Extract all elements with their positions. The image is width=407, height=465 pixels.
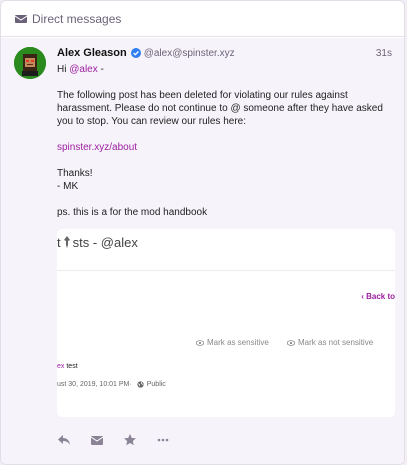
- back-link[interactable]: ‹ Back to: [361, 292, 395, 301]
- ps-line: ps. this is a for the mod handbook: [57, 207, 208, 218]
- mention-link[interactable]: @alex: [69, 64, 98, 75]
- message-paragraph: The following post has been deleted for …: [57, 90, 383, 127]
- more-icon[interactable]: [156, 433, 170, 447]
- screenshot-attachment[interactable]: t sts - @alex ‹ Back to Mark as sensitive…: [57, 229, 395, 417]
- thanks-line: Thanks!: [57, 168, 93, 179]
- account-handle[interactable]: @alex@spinster.xyz: [144, 48, 235, 59]
- envelope-icon[interactable]: [90, 433, 104, 447]
- attachment-title: t sts - @alex: [57, 235, 138, 250]
- status-actions: [57, 433, 189, 447]
- mark-not-sensitive-label: Mark as not sensitive: [298, 338, 374, 347]
- attached-post-meta: ust 30, 2019, 10:01 PM · Public: [57, 381, 166, 388]
- mark-not-sensitive-button[interactable]: Mark as not sensitive: [287, 338, 373, 347]
- globe-icon: [137, 381, 144, 388]
- greeting-suffix: -: [97, 64, 104, 75]
- visibility-label: Public: [146, 381, 166, 388]
- attachment-divider: [57, 270, 395, 271]
- attached-post-text: ex test: [57, 363, 78, 370]
- status-content: Hi @alex - The following post has been d…: [57, 63, 397, 219]
- avatar-image: [14, 47, 46, 79]
- eye-icon: [287, 339, 295, 347]
- eye-icon: [196, 339, 204, 347]
- attachment-title-right: sts - @alex: [72, 235, 138, 250]
- envelope-icon: [15, 13, 27, 25]
- star-icon[interactable]: [123, 433, 137, 447]
- display-name[interactable]: Alex Gleason: [57, 47, 127, 59]
- attached-post-body: test: [64, 363, 78, 370]
- timestamp[interactable]: 31s: [376, 48, 392, 59]
- mark-sensitive-button[interactable]: Mark as sensitive: [196, 338, 269, 347]
- panel-title: Direct messages: [32, 11, 122, 26]
- panel-header: Direct messages: [1, 1, 404, 37]
- reply-icon[interactable]: [57, 433, 71, 447]
- signature-line: - MK: [57, 181, 79, 192]
- pin-icon: [61, 236, 73, 248]
- greeting-line: Hi @alex -: [57, 63, 397, 76]
- back-link-label: Back to: [366, 292, 395, 301]
- status-header: Alex Gleason @alex@spinster.xyz 31s: [57, 45, 392, 61]
- mark-sensitive-label: Mark as sensitive: [207, 338, 269, 347]
- avatar[interactable]: [14, 47, 46, 79]
- verified-icon: [130, 48, 141, 58]
- direct-messages-panel: Direct messages Alex Gleason @alex@spins…: [0, 0, 405, 465]
- rules-link[interactable]: spinster.xyz/about: [57, 142, 137, 153]
- attached-post-date: ust 30, 2019, 10:01 PM: [57, 381, 130, 388]
- greeting-prefix: Hi: [57, 64, 70, 75]
